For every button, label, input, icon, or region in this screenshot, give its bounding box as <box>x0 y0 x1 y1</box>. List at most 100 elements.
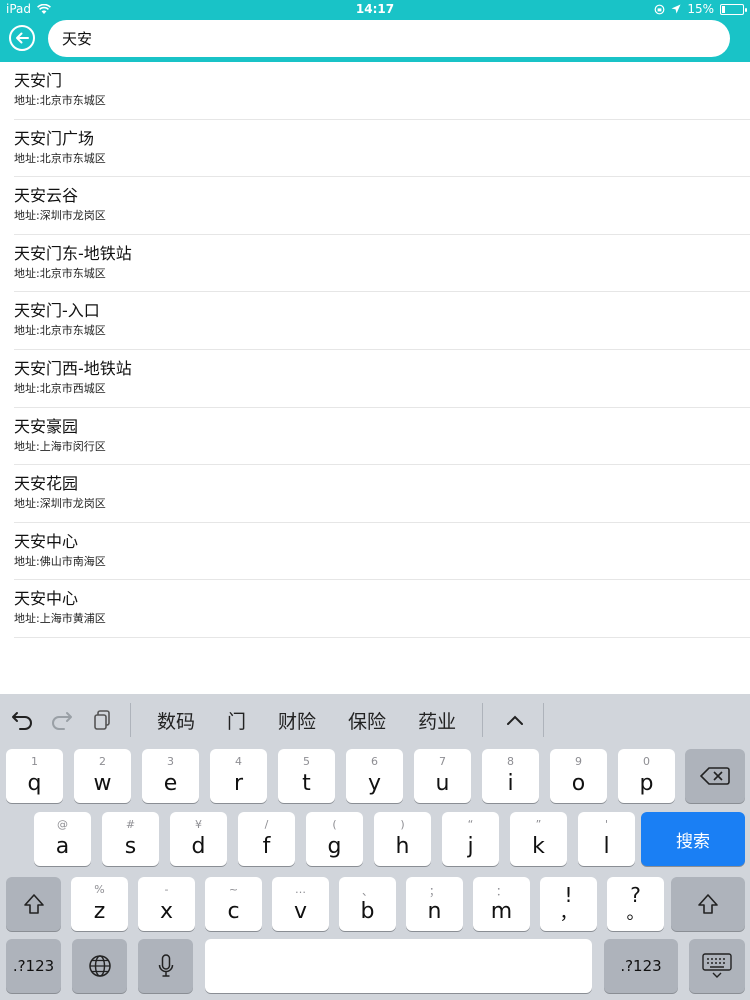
key-label: i <box>507 770 514 796</box>
key-hint: “ <box>467 818 474 831</box>
key-hint: / <box>264 818 269 831</box>
key-hint: 4 <box>235 755 242 768</box>
key-label: a <box>55 833 70 859</box>
key-hint: ¥ <box>195 818 202 831</box>
numbers-key-left[interactable]: .?123 <box>6 939 61 993</box>
suggestion-word[interactable]: 保险 <box>332 707 402 734</box>
key-h[interactable]: ) h <box>374 812 431 866</box>
key-label: q <box>27 770 42 796</box>
key-j[interactable]: “j <box>442 812 499 866</box>
key-u[interactable]: 7u <box>414 749 471 803</box>
key-q[interactable]: 1q <box>6 749 63 803</box>
key-hint: ( <box>332 818 337 831</box>
place-address: 地址:北京市东城区 <box>14 266 106 280</box>
suggestion-word[interactable]: 财险 <box>262 707 332 734</box>
key-g[interactable]: (g <box>306 812 363 866</box>
key-m[interactable]: ： m <box>473 877 530 931</box>
list-item[interactable]: 天安门-入口 地址:北京市东城区 <box>14 292 750 350</box>
key-label: f <box>262 833 271 859</box>
back-button[interactable] <box>9 25 35 51</box>
key-l[interactable]: ' l <box>578 812 635 866</box>
key-y[interactable]: 6y <box>346 749 403 803</box>
key-s[interactable]: # s <box>102 812 159 866</box>
divider <box>482 703 484 737</box>
key-o[interactable]: 9o <box>550 749 607 803</box>
key-z[interactable]: % z <box>71 877 128 931</box>
key-p[interactable]: 0p <box>618 749 675 803</box>
place-address: 地址:深圳市龙岗区 <box>14 497 106 511</box>
key-exclamation[interactable]: !， <box>540 877 597 931</box>
suggestion-word[interactable]: 数码 <box>141 707 211 734</box>
list-item[interactable]: 天安花园 地址:深圳市龙岗区 <box>14 465 750 523</box>
list-item[interactable]: 天安门广场 地址:北京市东城区 <box>14 120 750 178</box>
shift-left-button[interactable] <box>6 877 61 931</box>
list-item[interactable]: 天安中心 地址:上海市黄浦区 <box>14 580 750 638</box>
key-i[interactable]: 8i <box>482 749 539 803</box>
key-label: m <box>490 898 513 924</box>
dictation-key[interactable] <box>138 939 193 993</box>
key-x[interactable]: -x <box>138 877 195 931</box>
expand-candidates-button[interactable] <box>497 702 533 738</box>
key-hint: 8 <box>507 755 514 768</box>
key-label: d <box>191 833 206 859</box>
space-bar[interactable] <box>205 939 592 993</box>
key-b[interactable]: 、 b <box>339 877 396 931</box>
key-k[interactable]: ” k <box>510 812 567 866</box>
key-r[interactable]: 4r <box>210 749 267 803</box>
key-f[interactable]: / f <box>238 812 295 866</box>
status-time: 14:17 <box>355 2 395 16</box>
place-name: 天安门 <box>14 71 63 90</box>
place-address: 地址:深圳市龙岗区 <box>14 209 106 223</box>
list-item[interactable]: 天安云谷 地址:深圳市龙岗区 <box>14 177 750 235</box>
keyboard: 数码门财险 保险 药业 1 q 2 w 3 e 4 r 5 t 6 y 7 u 8 i 9 o 0 p @ a # s ¥ d / f(g… <box>0 694 750 1000</box>
key-label: z <box>93 898 106 924</box>
battery-percent: 15% <box>687 2 714 16</box>
key-hint: # <box>125 818 136 831</box>
suggestion-word[interactable]: 门 <box>211 707 262 734</box>
search-box[interactable] <box>48 20 730 57</box>
key-hint: 6 <box>371 755 378 768</box>
key-c[interactable]: ~ c <box>205 877 262 931</box>
key-w[interactable]: 2w <box>74 749 131 803</box>
globe-key[interactable] <box>72 939 127 993</box>
key-label: u <box>435 770 450 796</box>
paste-button[interactable] <box>84 702 120 738</box>
redo-button[interactable] <box>44 702 80 738</box>
key-question[interactable]: ?。 <box>607 877 664 931</box>
undo-icon <box>12 712 32 730</box>
shift-right-button[interactable] <box>671 877 745 931</box>
hide-keyboard-key[interactable] <box>689 939 745 993</box>
key-hint: 1 <box>31 755 38 768</box>
key-hint: ” <box>535 818 542 831</box>
key-t[interactable]: 5t <box>278 749 335 803</box>
search-key-button[interactable]: 搜索 <box>641 812 745 866</box>
search-input[interactable] <box>60 28 718 49</box>
shift-icon <box>698 894 718 914</box>
key-label: p <box>639 770 654 796</box>
key-hint: 、 <box>362 885 373 898</box>
list-item[interactable]: 天安门地址:北京市东城区 <box>14 62 750 120</box>
list-item[interactable]: 天安门东-地铁站 地址:北京市东城区 <box>14 235 750 293</box>
key-v[interactable]: … v <box>272 877 329 931</box>
undo-button[interactable] <box>4 702 40 738</box>
shift-icon <box>23 894 44 914</box>
key-label: v <box>293 898 308 924</box>
list-item[interactable]: 天安中心 地址:佛山市南海区 <box>14 523 750 581</box>
key-a[interactable]: @ a <box>34 812 91 866</box>
key-d[interactable]: ¥ d <box>170 812 227 866</box>
globe-icon <box>88 955 111 977</box>
key-hint: 3 <box>167 755 174 768</box>
key-hint: - <box>164 883 169 896</box>
key-n[interactable]: ； n <box>406 877 463 931</box>
list-item[interactable]: 天安门西-地铁站 地址:北京市西城区 <box>14 350 750 408</box>
suggestion-word[interactable]: 药业 <box>402 707 472 734</box>
place-name: 天安门广场 <box>14 128 95 148</box>
place-address: 地址:北京市东城区 <box>14 94 106 107</box>
suggestion-bar: 数码门财险 保险 药业 <box>0 694 750 746</box>
delete-button[interactable] <box>685 749 745 803</box>
key-e[interactable]: 3e <box>142 749 199 803</box>
orientation-lock-icon <box>654 4 665 14</box>
key-label: k <box>532 833 545 859</box>
list-item[interactable]: 天安豪园 地址:上海市闵行区 <box>14 408 750 466</box>
numbers-key-right[interactable]: .?123 <box>604 939 678 993</box>
